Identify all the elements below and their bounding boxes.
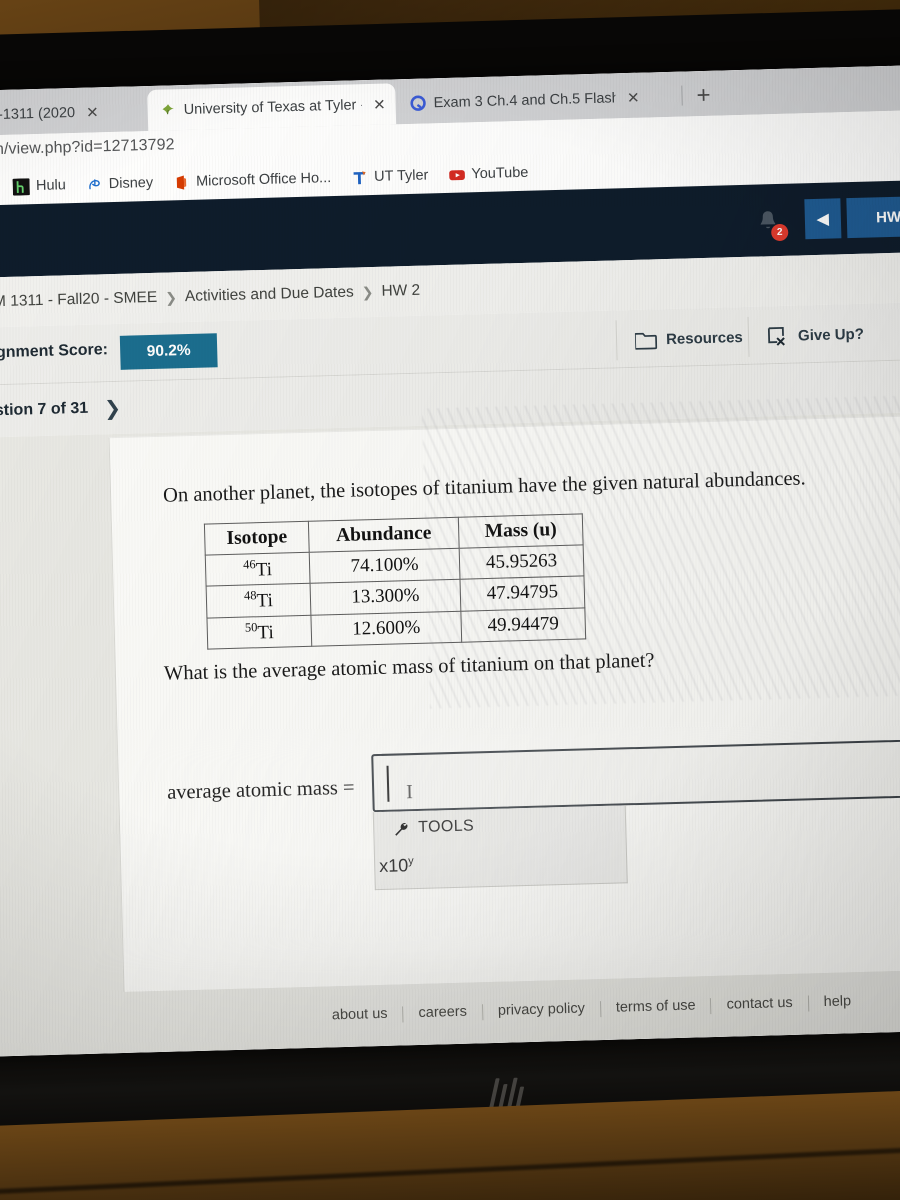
- bookmark-youtube[interactable]: YouTube: [441, 161, 536, 187]
- sci-base: x10: [378, 855, 409, 877]
- tools-label: TOOLS: [417, 817, 475, 836]
- browser-tab-3[interactable]: Exam 3 Ch.4 and Ch.5 Flashcards ✕: [397, 76, 651, 125]
- tools-panel: TOOLS x10y: [372, 805, 628, 891]
- new-tab-button[interactable]: +: [696, 82, 711, 109]
- cell-abundance: 12.600%: [310, 610, 462, 647]
- answer-input[interactable]: I: [371, 735, 900, 813]
- breadcrumb-course[interactable]: - CHEM 1311 - Fall20 - SMEE: [0, 289, 157, 313]
- footer-link-privacy-policy[interactable]: privacy policy: [482, 1001, 602, 1021]
- tab-title: Exam 3 Ch.4 and Ch.5 Flashcards: [433, 89, 617, 111]
- give-up-button[interactable]: Give Up?: [747, 313, 865, 357]
- isotope-mass-number: 50: [244, 619, 258, 635]
- ibeam-cursor-icon: I: [405, 781, 414, 804]
- column-header-abundance: Abundance: [308, 517, 460, 553]
- isotope-element: Ti: [255, 559, 273, 581]
- scientific-notation-button[interactable]: x10y: [379, 855, 414, 877]
- breadcrumb-section[interactable]: Activities and Due Dates: [185, 284, 354, 307]
- bookmark-ut-tyler[interactable]: UT Tyler: [344, 164, 436, 189]
- ut-tyler-icon: [353, 170, 366, 184]
- cell-mass: 45.95263: [459, 544, 584, 580]
- bookmark-label: Disney: [108, 174, 154, 193]
- give-up-label: Give Up?: [797, 325, 865, 345]
- resources-label: Resources: [665, 328, 743, 348]
- tab-title: University of Texas at Tyler - CHE: [183, 96, 363, 118]
- laptop-screen: ments: CHEM-1311 (2020 ✕ University of T…: [0, 64, 900, 1058]
- assignment-score-badge: 90.2%: [119, 333, 218, 370]
- close-icon[interactable]: ✕: [373, 95, 386, 113]
- breadcrumb-separator-icon: ❯: [164, 288, 178, 306]
- cell-isotope: 46Ti: [205, 552, 311, 587]
- cell-abundance: 13.300%: [310, 579, 461, 615]
- disney-icon: [89, 178, 100, 189]
- cell-mass: 47.94795: [460, 576, 585, 611]
- youtube-icon: [449, 169, 465, 180]
- bookmark-label: UT Tyler: [373, 167, 429, 185]
- give-up-box-x-icon: [767, 326, 785, 346]
- assignment-button[interactable]: HW 2: [846, 195, 900, 239]
- footer-link-terms-of-use[interactable]: terms of use: [600, 998, 712, 1018]
- question-card: On another planet, the isotopes of titan…: [108, 414, 900, 992]
- hulu-icon: [12, 177, 31, 196]
- office-icon: [177, 174, 187, 190]
- question-prompt: On another planet, the isotopes of titan…: [162, 467, 806, 507]
- text-caret: [386, 765, 390, 802]
- column-header-isotope: Isotope: [204, 521, 310, 556]
- question-ask: What is the average atomic mass of titan…: [163, 649, 655, 685]
- isotope-table: Isotope Abundance Mass (u) 46Ti 74.100% …: [203, 513, 587, 650]
- footer-link-careers[interactable]: careers: [403, 1004, 484, 1023]
- breadcrumb-separator-icon: ❯: [361, 283, 374, 300]
- resources-button[interactable]: Resources: [615, 317, 744, 361]
- question-position-label: Question 7 of 31: [0, 399, 89, 421]
- photo-of-laptop-screen: ments: CHEM-1311 (2020 ✕ University of T…: [0, 0, 900, 1200]
- url-text: mod/flcn/view.php?id=12713792: [0, 136, 175, 160]
- bookmark-label: Hulu: [35, 177, 67, 195]
- column-header-mass: Mass (u): [458, 513, 584, 549]
- browser-tab-2[interactable]: University of Texas at Tyler - CHE ✕: [147, 83, 397, 132]
- isotope-mass-number: 46: [242, 557, 256, 572]
- isotope-mass-number: 48: [243, 588, 257, 603]
- bookmark-disney[interactable]: Disney: [79, 171, 161, 196]
- bookmark-hulu[interactable]: Hulu: [6, 174, 73, 199]
- ut-leaf-icon: [162, 104, 174, 115]
- answer-field-label: average atomic mass =: [166, 776, 355, 804]
- breadcrumb-assignment[interactable]: HW 2: [381, 282, 420, 301]
- bookmark-label: Microsoft Office Ho...: [195, 170, 332, 190]
- sci-exponent: y: [407, 855, 414, 868]
- bookmark-microsoft-office[interactable]: Microsoft Office Ho...: [166, 166, 339, 194]
- tab-divider: [681, 85, 683, 106]
- assignment-score-label: Assignment Score:: [0, 341, 109, 363]
- folder-icon: [634, 332, 658, 350]
- cell-isotope: 48Ti: [206, 583, 311, 618]
- close-icon[interactable]: ✕: [86, 103, 99, 121]
- cell-isotope: 50Ti: [206, 614, 312, 650]
- footer-link-help[interactable]: help: [808, 993, 866, 1011]
- isotope-element: Ti: [257, 621, 275, 644]
- tools-button[interactable]: TOOLS: [392, 817, 474, 837]
- wrench-icon: [395, 822, 408, 836]
- cell-abundance: 74.100%: [309, 548, 461, 584]
- tab-title: ments: CHEM-1311 (2020: [0, 104, 76, 125]
- footer-link-about-us[interactable]: about us: [316, 1006, 404, 1025]
- next-question-button[interactable]: ❯: [104, 395, 121, 420]
- footer-link-contact-us[interactable]: contact us: [711, 995, 809, 1015]
- quizlet-q-icon: [410, 95, 426, 111]
- back-button[interactable]: ◀: [804, 198, 842, 240]
- notification-badge: 2: [771, 223, 789, 242]
- bookmark-label: YouTube: [471, 164, 529, 183]
- isotope-element: Ti: [256, 590, 274, 612]
- close-icon[interactable]: ✕: [627, 88, 640, 106]
- cell-mass: 49.94479: [460, 607, 586, 643]
